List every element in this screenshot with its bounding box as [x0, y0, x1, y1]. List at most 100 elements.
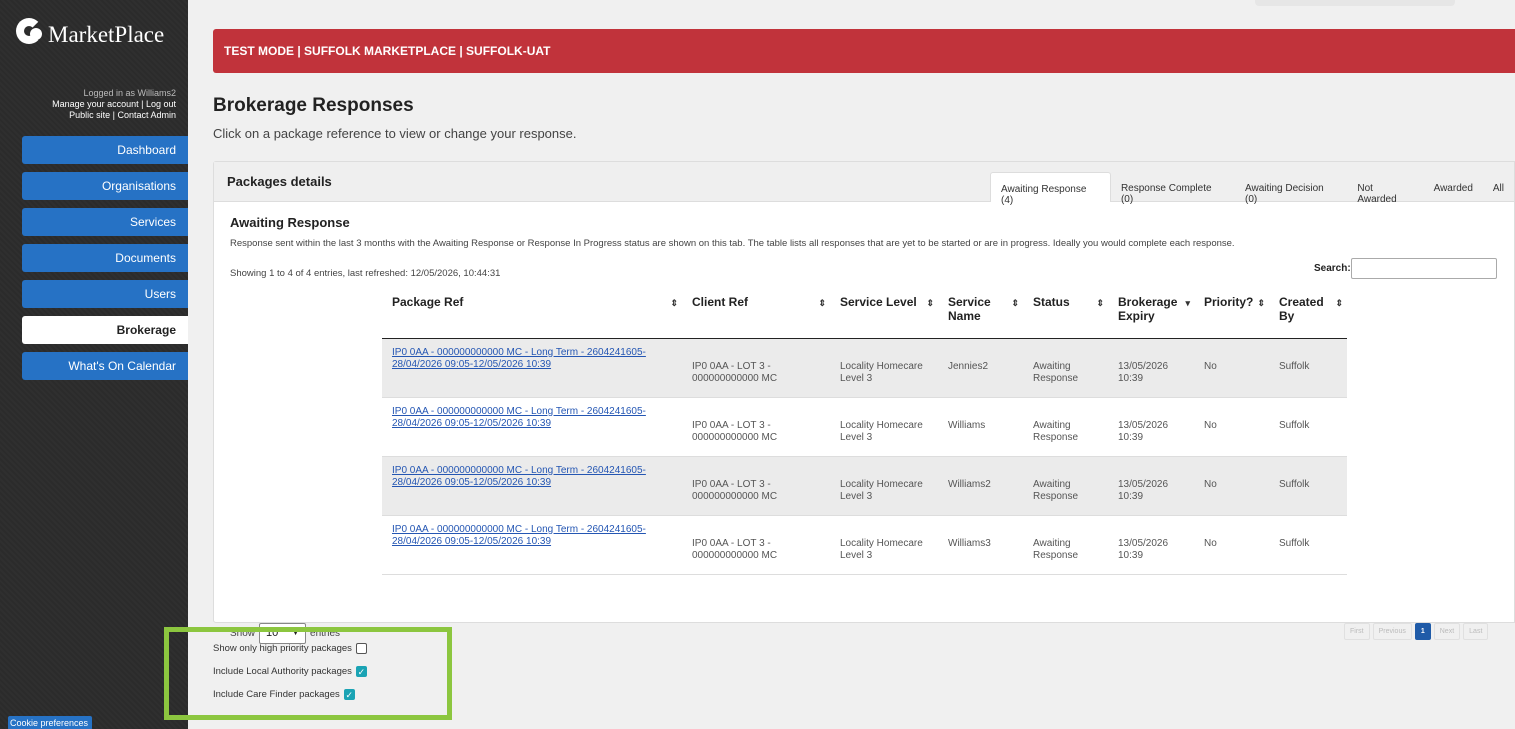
created-by-cell: Suffolk — [1269, 515, 1347, 575]
pagination-previous[interactable]: Previous — [1372, 623, 1412, 640]
status-cell: Awaiting Response — [1023, 515, 1108, 575]
test-mode-banner: TEST MODE | SUFFOLK MARKETPLACE | SUFFOL… — [213, 29, 1515, 73]
sort-icon: ⇕ — [1011, 298, 1019, 308]
sort-icon: ⇕ — [670, 298, 678, 308]
service-name-cell: Williams — [938, 397, 1023, 457]
column-header-created-by[interactable]: Created By ⇕ — [1269, 286, 1347, 339]
table-row: IP0 0AA - 000000000000 MC - Long Term - … — [382, 338, 1347, 398]
filter-label: Include Care Finder packages — [213, 689, 340, 700]
column-header-status[interactable]: Status ⇕ — [1023, 286, 1108, 339]
package-ref-cell: IP0 0AA - 000000000000 MC - Long Term - … — [382, 397, 682, 457]
priority-cell: No — [1194, 397, 1269, 457]
expiry-cell: 13/05/2026 10:39 — [1108, 338, 1194, 398]
column-header-service-name[interactable]: Service Name ⇕ — [938, 286, 1023, 339]
filter-label: Show only high priority packages — [213, 643, 352, 654]
showing-entries-text: Showing 1 to 4 of 4 entries, last refres… — [230, 268, 501, 279]
package-ref-link[interactable]: IP0 0AA - 000000000000 MC - Long Term - … — [392, 406, 674, 430]
package-ref-link[interactable]: IP0 0AA - 000000000000 MC - Long Term - … — [392, 524, 674, 548]
pagination-page-1[interactable]: 1 — [1414, 623, 1431, 640]
tab-not-awarded[interactable]: Not Awarded — [1347, 172, 1423, 205]
page-subtitle: Click on a package reference to view or … — [213, 126, 577, 141]
local-authority-checkbox[interactable]: ✓ — [355, 666, 367, 677]
sort-icon: ⇕ — [926, 298, 934, 308]
panel-header: Packages details Awaiting Response (4) R… — [214, 162, 1514, 206]
service-level-cell: Locality Homecare Level 3 — [830, 456, 938, 516]
sort-icon: ⇕ — [1096, 298, 1104, 308]
service-level-cell: Locality Homecare Level 3 — [830, 338, 938, 398]
package-ref-cell: IP0 0AA - 000000000000 MC - Long Term - … — [382, 338, 682, 398]
filter-high-priority[interactable]: Show only high priority packages — [213, 643, 367, 654]
tab-all[interactable]: All — [1483, 172, 1514, 202]
column-header-priority[interactable]: Priority? ⇕ — [1194, 286, 1269, 339]
service-name-cell: Williams3 — [938, 515, 1023, 575]
column-header-brokerage-expiry[interactable]: Brokerage Expiry ▾ — [1108, 286, 1194, 339]
tab-awaiting-decision[interactable]: Awaiting Decision (0) — [1235, 172, 1347, 205]
status-cell: Awaiting Response — [1023, 456, 1108, 516]
client-ref-cell: IP0 0AA - LOT 3 -000000000000 MC — [682, 338, 830, 398]
app-name: MarketPlace — [48, 22, 165, 47]
account-info: Logged in as Williams2 Manage your accou… — [6, 88, 176, 121]
high-priority-checkbox[interactable] — [355, 643, 367, 654]
pagination-first[interactable]: First — [1344, 623, 1370, 640]
package-ref-cell: IP0 0AA - 000000000000 MC - Long Term - … — [382, 456, 682, 516]
service-name-cell: Jennies2 — [938, 338, 1023, 398]
sidebar-item-documents[interactable]: Documents — [22, 244, 188, 272]
sort-icon: ⇕ — [818, 298, 826, 308]
column-header-package-ref[interactable]: Package Ref ⇕ — [382, 286, 682, 339]
top-strip — [1255, 0, 1455, 6]
created-by-cell: Suffolk — [1269, 338, 1347, 398]
table-row: IP0 0AA - 000000000000 MC - Long Term - … — [382, 397, 1347, 457]
logged-in-text: Logged in as Williams2 — [83, 88, 176, 98]
column-header-service-level[interactable]: Service Level ⇕ — [830, 286, 938, 339]
client-ref-cell: IP0 0AA - LOT 3 -000000000000 MC — [682, 515, 830, 575]
account-links[interactable]: Manage your account | Log out — [6, 99, 176, 110]
marketplace-logo[interactable]: MarketPlace — [16, 18, 164, 52]
filter-care-finder[interactable]: Include Care Finder packages ✓ — [213, 689, 355, 700]
section-title: Awaiting Response — [230, 215, 350, 230]
page-title: Brokerage Responses — [213, 95, 414, 116]
logo-icon — [16, 18, 46, 52]
tab-response-complete[interactable]: Response Complete (0) — [1111, 172, 1235, 205]
filter-label: Include Local Authority packages — [213, 666, 352, 677]
expiry-cell: 13/05/2026 10:39 — [1108, 397, 1194, 457]
packages-panel: Packages details Awaiting Response (4) R… — [213, 161, 1515, 644]
priority-cell: No — [1194, 338, 1269, 398]
site-links[interactable]: Public site | Contact Admin — [6, 110, 176, 121]
sidebar-nav: Dashboard Organisations Services Documen… — [22, 136, 188, 388]
panel-title: Packages details — [227, 174, 332, 189]
client-ref-cell: IP0 0AA - LOT 3 -000000000000 MC — [682, 456, 830, 516]
care-finder-checkbox[interactable]: ✓ — [343, 689, 355, 700]
sidebar-item-organisations[interactable]: Organisations — [22, 172, 188, 200]
tab-awarded[interactable]: Awarded — [1424, 172, 1483, 202]
package-ref-link[interactable]: IP0 0AA - 000000000000 MC - Long Term - … — [392, 347, 674, 371]
table-row: IP0 0AA - 000000000000 MC - Long Term - … — [382, 515, 1347, 575]
main-content: TEST MODE | SUFFOLK MARKETPLACE | SUFFOL… — [188, 0, 1515, 729]
column-header-client-ref[interactable]: Client Ref ⇕ — [682, 286, 830, 339]
priority-cell: No — [1194, 456, 1269, 516]
service-name-cell: Williams2 — [938, 456, 1023, 516]
pagination-next[interactable]: Next — [1433, 623, 1461, 640]
expiry-cell: 13/05/2026 10:39 — [1108, 515, 1194, 575]
filter-local-authority[interactable]: Include Local Authority packages ✓ — [213, 666, 367, 677]
priority-cell: No — [1194, 515, 1269, 575]
sidebar-item-whats-on-calendar[interactable]: What's On Calendar — [22, 352, 188, 380]
search-label: Search: — [1314, 263, 1351, 274]
sidebar-item-users[interactable]: Users — [22, 280, 188, 308]
sidebar: MarketPlace Logged in as Williams2 Manag… — [0, 0, 188, 729]
package-ref-cell: IP0 0AA - 000000000000 MC - Long Term - … — [382, 515, 682, 575]
service-level-cell: Locality Homecare Level 3 — [830, 515, 938, 575]
sort-icon: ⇕ — [1257, 298, 1265, 308]
table-row: IP0 0AA - 000000000000 MC - Long Term - … — [382, 456, 1347, 516]
sidebar-item-brokerage[interactable]: Brokerage — [22, 316, 188, 344]
sidebar-item-services[interactable]: Services — [22, 208, 188, 236]
status-cell: Awaiting Response — [1023, 397, 1108, 457]
cookie-preferences-button[interactable]: Cookie preferences — [8, 716, 92, 729]
packages-table: Package Ref ⇕ Client Ref ⇕ Service Level ⇕ … — [382, 286, 1347, 575]
sort-desc-icon: ▾ — [1185, 298, 1190, 308]
tab-awaiting-response[interactable]: Awaiting Response (4) — [990, 172, 1111, 206]
sidebar-item-dashboard[interactable]: Dashboard — [22, 136, 188, 164]
sort-icon: ⇕ — [1335, 298, 1343, 308]
package-ref-link[interactable]: IP0 0AA - 000000000000 MC - Long Term - … — [392, 465, 674, 489]
pagination-last[interactable]: Last — [1463, 623, 1489, 640]
search-input[interactable] — [1351, 258, 1497, 279]
